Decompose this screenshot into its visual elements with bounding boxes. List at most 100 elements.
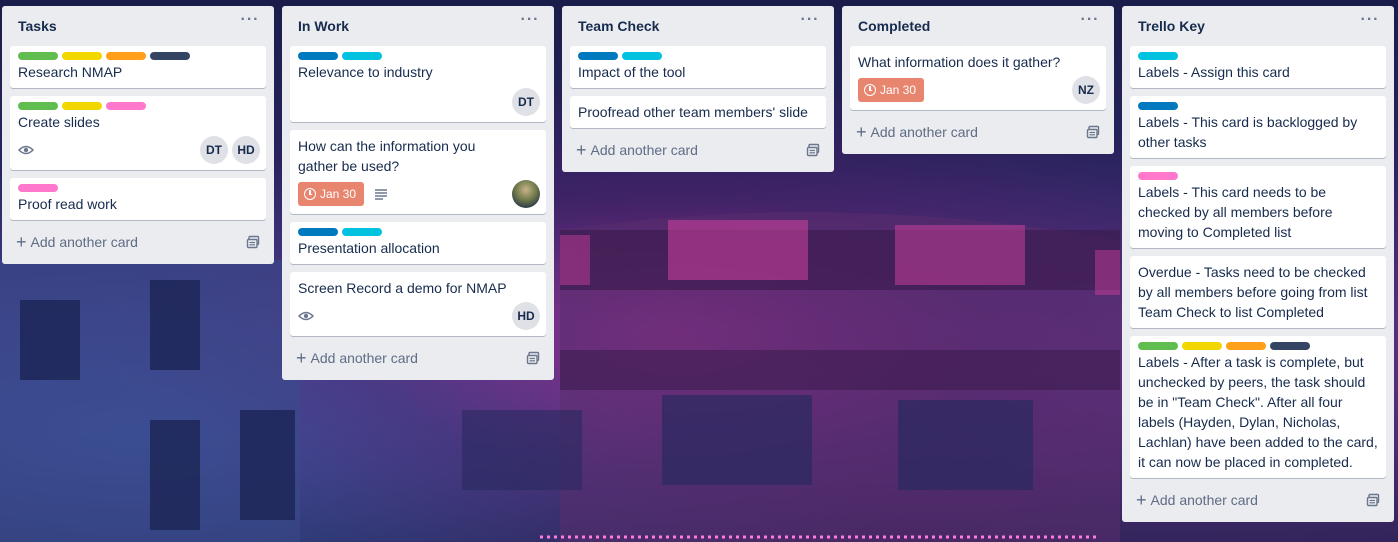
plus-icon: + <box>16 232 27 252</box>
add-card-button[interactable]: + Add another card <box>1130 486 1386 514</box>
card-badges: Jan 30 <box>858 76 1098 108</box>
card-title: What information does it gather? <box>858 54 1061 70</box>
card-title: Labels - This card is backlogged by othe… <box>1138 114 1358 150</box>
avatar[interactable]: DT <box>512 88 540 116</box>
due-date-badge[interactable]: Jan 30 <box>298 182 365 206</box>
card-labels <box>1138 172 1378 180</box>
label-green[interactable] <box>1138 342 1178 350</box>
label-blue[interactable] <box>1138 102 1178 110</box>
add-card-button[interactable]: + Add another card <box>290 344 546 372</box>
card-labels <box>18 184 258 192</box>
card-members: DT HD <box>200 136 260 164</box>
card[interactable]: Presentation allocation <box>290 222 546 264</box>
card[interactable]: Proofread other team members' slide <box>570 96 826 128</box>
card-template-icon[interactable] <box>1086 125 1100 139</box>
card[interactable]: How can the information you gather be us… <box>290 130 546 214</box>
list-menu-button[interactable]: ··· <box>798 12 822 34</box>
card-title: Proofread other team members' slide <box>578 104 808 120</box>
card[interactable]: Overdue - Tasks need to be checked by al… <box>1130 256 1386 328</box>
card[interactable]: Labels - This card needs to be checked b… <box>1130 166 1386 248</box>
due-date-text: Jan 30 <box>880 83 917 97</box>
card-template-icon[interactable] <box>246 235 260 249</box>
add-card-label: Add another card <box>590 142 698 158</box>
card-template-icon[interactable] <box>806 143 820 157</box>
label-sky[interactable] <box>622 52 662 60</box>
label-pink[interactable] <box>1138 172 1178 180</box>
card[interactable]: Labels - This card is backlogged by othe… <box>1130 96 1386 158</box>
add-card-button[interactable]: + Add another card <box>570 136 826 164</box>
list-title[interactable]: In Work <box>298 18 349 34</box>
list-title[interactable]: Completed <box>858 18 930 34</box>
due-date-badge[interactable]: Jan 30 <box>858 78 925 102</box>
label-yellow[interactable] <box>1182 342 1222 350</box>
card-title: Create slides <box>18 114 100 130</box>
card[interactable]: Relevance to industry DT <box>290 46 546 122</box>
card-members: HD <box>512 302 540 330</box>
add-card-label: Add another card <box>310 350 418 366</box>
card[interactable]: Impact of the tool <box>570 46 826 88</box>
card-members <box>512 180 540 208</box>
label-green[interactable] <box>18 52 58 60</box>
label-blue[interactable] <box>298 228 338 236</box>
card-title: Relevance to industry <box>298 64 433 80</box>
card[interactable]: Create slides DT HD <box>10 96 266 170</box>
label-orange[interactable] <box>106 52 146 60</box>
add-card-button[interactable]: + Add another card <box>850 118 1106 146</box>
avatar[interactable]: NZ <box>1072 76 1100 104</box>
list-in-work: In Work ··· Relevance to industry DT How… <box>282 6 554 380</box>
list-title[interactable]: Tasks <box>18 18 57 34</box>
label-yellow[interactable] <box>62 102 102 110</box>
card[interactable]: Proof read work <box>10 178 266 220</box>
list-header: Trello Key ··· <box>1130 6 1386 46</box>
card-title: Presentation allocation <box>298 240 440 256</box>
add-card-button[interactable]: + Add another card <box>10 228 266 256</box>
label-yellow[interactable] <box>62 52 102 60</box>
label-pink[interactable] <box>18 184 58 192</box>
clock-icon <box>864 84 876 96</box>
add-card-label: Add another card <box>1150 492 1258 508</box>
avatar[interactable]: DT <box>200 136 228 164</box>
label-pink[interactable] <box>106 102 146 110</box>
avatar-photo[interactable] <box>512 180 540 208</box>
avatar[interactable]: HD <box>232 136 260 164</box>
card[interactable]: What information does it gather? Jan 30 … <box>850 46 1106 110</box>
card-template-icon[interactable] <box>526 351 540 365</box>
card-labels <box>18 52 258 60</box>
list-menu-button[interactable]: ··· <box>518 12 542 34</box>
card-template-icon[interactable] <box>1366 493 1380 507</box>
list-menu-button[interactable]: ··· <box>1078 12 1102 34</box>
label-navy[interactable] <box>150 52 190 60</box>
card-title: Labels - This card needs to be checked b… <box>1138 184 1333 240</box>
card-labels <box>18 102 258 110</box>
label-sky[interactable] <box>342 228 382 236</box>
card[interactable]: Labels - Assign this card <box>1130 46 1386 88</box>
card-labels <box>298 228 538 236</box>
card-labels <box>298 52 538 60</box>
card-labels <box>1138 342 1378 350</box>
label-sky[interactable] <box>1138 52 1178 60</box>
description-icon <box>375 189 388 200</box>
clock-icon <box>304 188 316 200</box>
label-green[interactable] <box>18 102 58 110</box>
label-blue[interactable] <box>578 52 618 60</box>
card-title: Labels - After a task is complete, but u… <box>1138 354 1378 470</box>
list-title[interactable]: Trello Key <box>1138 18 1205 34</box>
label-blue[interactable] <box>298 52 338 60</box>
list-completed: Completed ··· What information does it g… <box>842 6 1114 154</box>
label-navy[interactable] <box>1270 342 1310 350</box>
card-title: Overdue - Tasks need to be checked by al… <box>1138 264 1368 320</box>
list-title[interactable]: Team Check <box>578 18 659 34</box>
list-menu-button[interactable]: ··· <box>238 12 262 34</box>
list-tasks: Tasks ··· Research NMAP Create slides DT… <box>2 6 274 264</box>
label-orange[interactable] <box>1226 342 1266 350</box>
list-header: In Work ··· <box>290 6 546 46</box>
avatar[interactable]: HD <box>512 302 540 330</box>
card-badges <box>298 302 538 334</box>
label-sky[interactable] <box>342 52 382 60</box>
card[interactable]: Screen Record a demo for NMAP HD <box>290 272 546 336</box>
list-menu-button[interactable]: ··· <box>1358 12 1382 34</box>
card[interactable]: Labels - After a task is complete, but u… <box>1130 336 1386 478</box>
plus-icon: + <box>296 348 307 368</box>
card-title: Screen Record a demo for NMAP <box>298 280 507 296</box>
card[interactable]: Research NMAP <box>10 46 266 88</box>
